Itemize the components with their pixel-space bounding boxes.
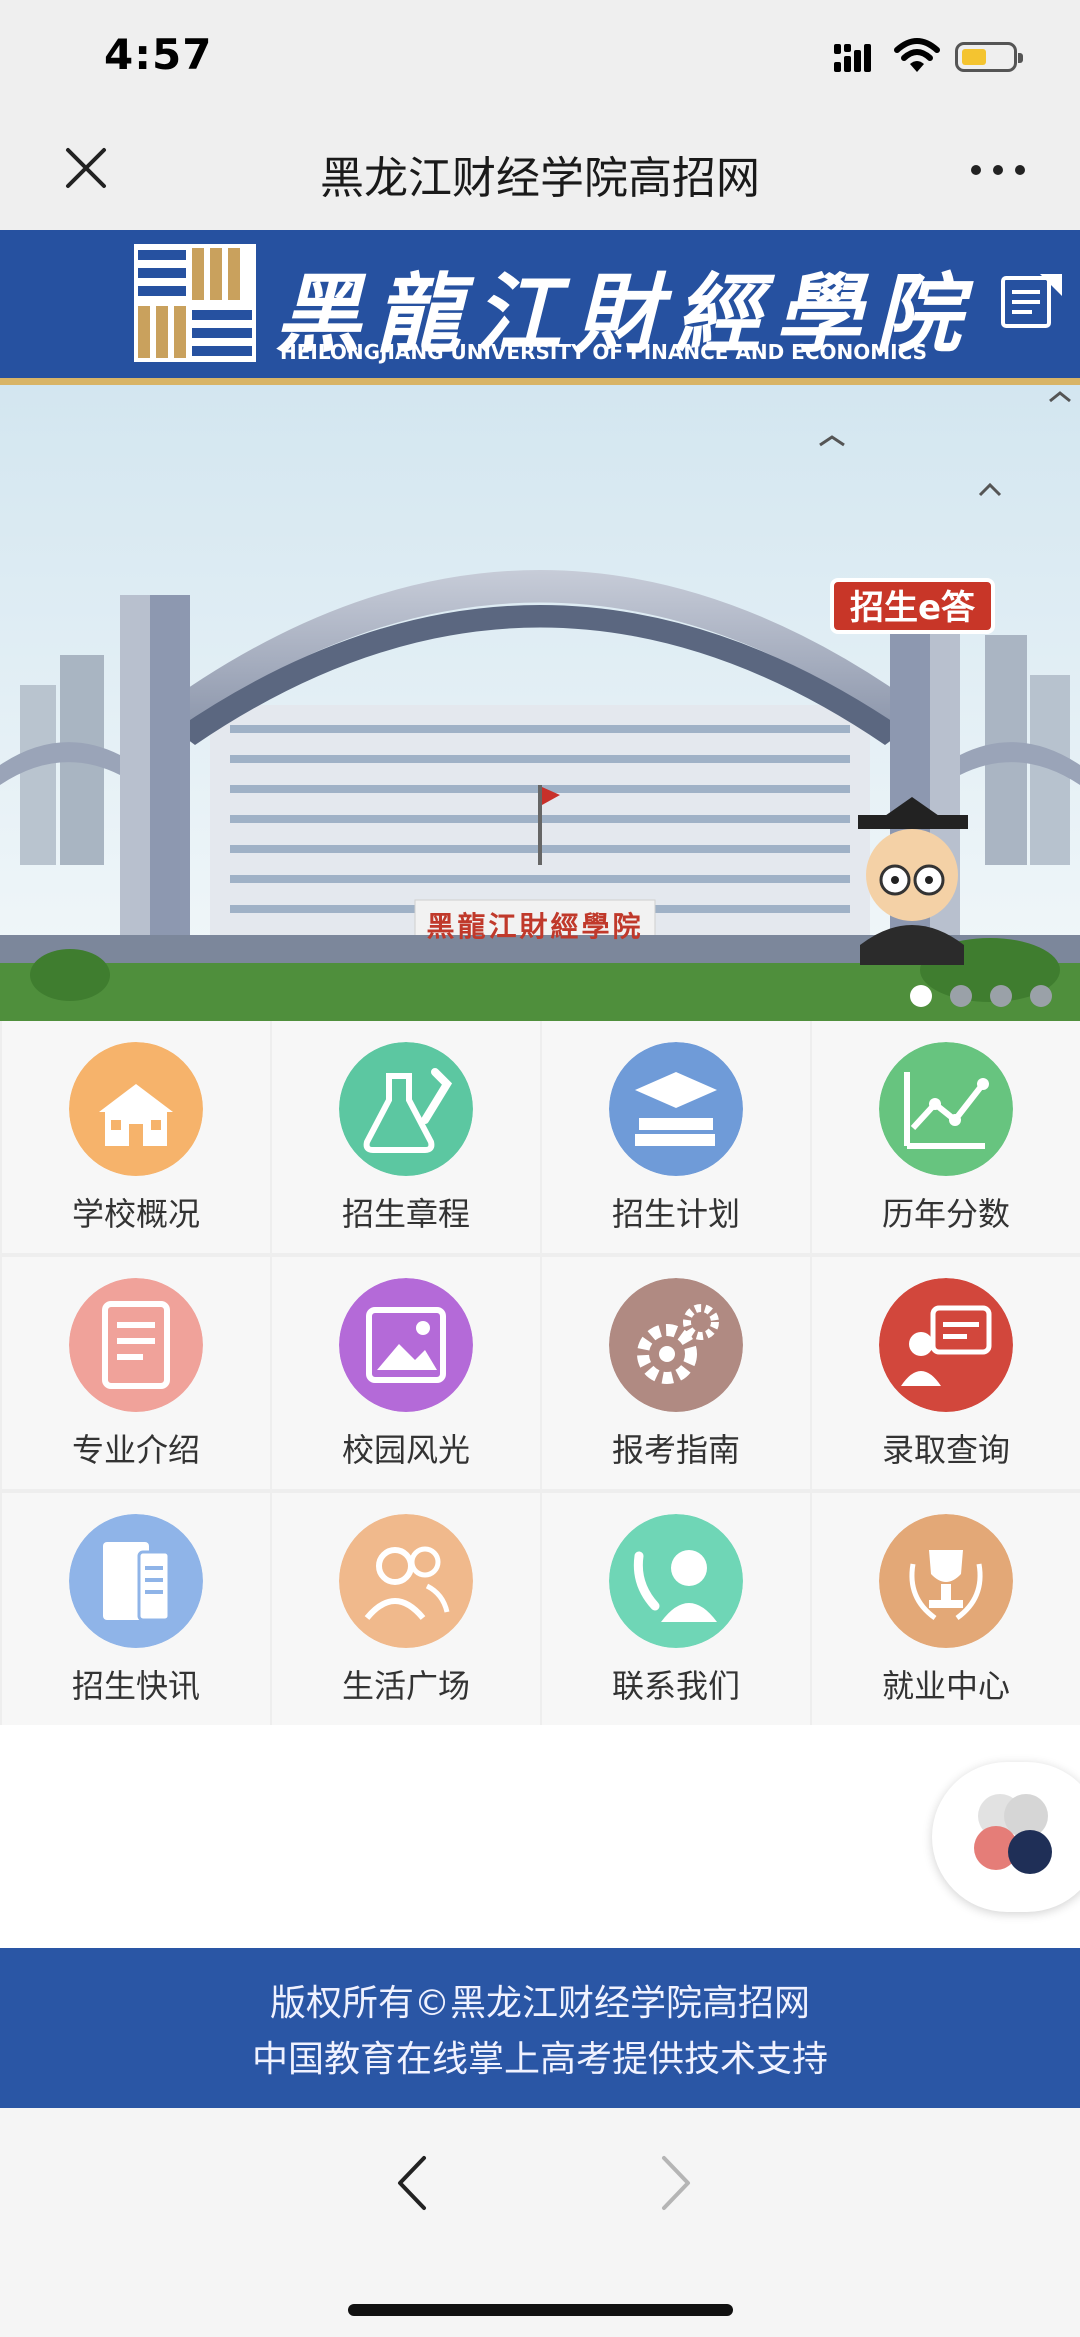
menu-item-admission-query[interactable]: 录取查询 <box>812 1257 1080 1489</box>
gears-icon <box>609 1278 743 1412</box>
status-time: 4:57 <box>104 30 213 79</box>
menu-label: 就业中心 <box>881 1667 1010 1705</box>
floating-assistant-button[interactable] <box>932 1762 1080 1912</box>
menu-label: 学校概况 <box>71 1195 200 1233</box>
menu-label: 招生章程 <box>341 1195 470 1233</box>
graduation-cap-books-icon <box>609 1042 743 1176</box>
line-chart-icon <box>879 1042 1013 1176</box>
page-title: 黑龙江财经学院高招网 <box>320 153 760 204</box>
menu-item-life-plaza[interactable]: 生活广场 <box>272 1493 540 1725</box>
school-logo-icon <box>134 244 256 362</box>
school-header-banner: 黑龍江財經學院 HEILONGJIANG UNIVERSITY OF FINAN… <box>0 230 1080 385</box>
footer: 版权所有©黑龙江财经学院高招网 中国教育在线掌上高考提供技术支持 <box>0 1948 1080 2108</box>
carousel-indicator <box>910 985 1070 1015</box>
menu-label: 专业介绍 <box>71 1431 200 1469</box>
menu-item-major-introduction[interactable]: 专业介绍 <box>2 1257 270 1489</box>
close-icon[interactable] <box>60 142 112 194</box>
menu-item-admission-plan[interactable]: 招生计划 <box>542 1021 810 1253</box>
menu-grid: 学校概况 招生章程 招生计划 历年分数 专业介绍 校园风光 报考指南 录取查询 … <box>0 1021 1080 1725</box>
menu-label: 报考指南 <box>611 1431 740 1469</box>
copyright-text: 版权所有©黑龙江财经学院高招网 <box>269 1983 810 2024</box>
menu-icon[interactable] <box>1000 270 1066 334</box>
document-icon <box>69 1278 203 1412</box>
carousel-dot[interactable] <box>950 985 972 1007</box>
menu-label: 生活广场 <box>341 1667 470 1705</box>
more-options-icon[interactable] <box>968 160 1028 180</box>
battery-icon <box>955 42 1023 72</box>
picture-frame-icon <box>339 1278 473 1412</box>
menu-item-contact-us[interactable]: 联系我们 <box>542 1493 810 1725</box>
nav-bar: 黑龙江财经学院高招网 <box>0 120 1080 230</box>
cellular-signal-icon <box>834 44 871 72</box>
school-name-en: HEILONGJIANG UNIVERSITY OF FINANCE AND E… <box>280 340 928 364</box>
menu-label: 招生快讯 <box>71 1667 200 1705</box>
lab-flask-icon <box>339 1042 473 1176</box>
presentation-icon <box>879 1278 1013 1412</box>
menu-item-campus-scenery[interactable]: 校园风光 <box>272 1257 540 1489</box>
menu-item-school-overview[interactable]: 学校概况 <box>2 1021 270 1253</box>
newsletter-icon <box>69 1514 203 1648</box>
forward-arrow-icon[interactable] <box>656 2152 696 2214</box>
menu-label: 历年分数 <box>881 1195 1010 1233</box>
carousel-dot[interactable] <box>1030 985 1052 1007</box>
back-arrow-icon[interactable] <box>392 2152 432 2214</box>
school-building-icon <box>69 1042 203 1176</box>
menu-item-historical-scores[interactable]: 历年分数 <box>812 1021 1080 1253</box>
hero-banner-carousel[interactable]: 黑龍江財經學院 <box>0 385 1080 1021</box>
menu-item-employment-center[interactable]: 就业中心 <box>812 1493 1080 1725</box>
tech-support-text: 中国教育在线掌上高考提供技术支持 <box>251 2039 828 2080</box>
contact-phone-icon <box>609 1514 743 1648</box>
wifi-icon <box>894 38 940 72</box>
browser-bottom-bar <box>0 2108 1080 2337</box>
trophy-icon <box>879 1514 1013 1648</box>
admission-qa-button[interactable]: 招生e答 <box>830 578 995 634</box>
carousel-dot[interactable] <box>990 985 1012 1007</box>
carousel-dot-active[interactable] <box>910 985 932 1007</box>
menu-label: 录取查询 <box>881 1431 1010 1469</box>
menu-label: 校园风光 <box>341 1431 470 1469</box>
people-icon <box>339 1514 473 1648</box>
menu-item-admission-news[interactable]: 招生快讯 <box>2 1493 270 1725</box>
menu-item-admission-rules[interactable]: 招生章程 <box>272 1021 540 1253</box>
status-bar: 4:57 <box>0 0 1080 120</box>
menu-item-application-guide[interactable]: 报考指南 <box>542 1257 810 1489</box>
menu-label: 联系我们 <box>611 1667 740 1705</box>
gate-sign-text: 黑龍江財經學院 <box>426 910 644 943</box>
assistant-logo-icon <box>974 1794 1052 1874</box>
menu-label: 招生计划 <box>611 1195 740 1233</box>
home-indicator[interactable] <box>348 2304 733 2316</box>
